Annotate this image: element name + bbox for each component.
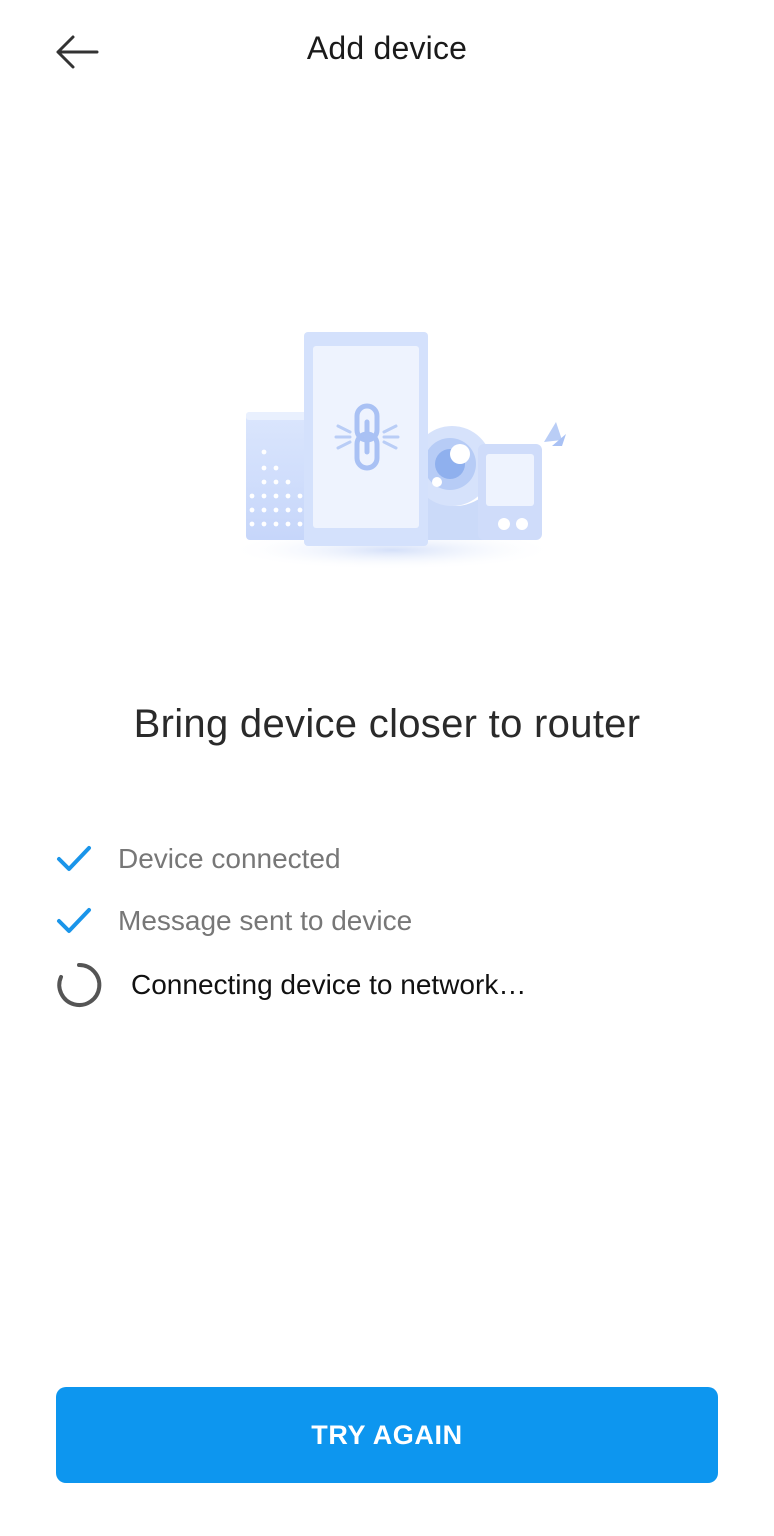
step-label: Message sent to device [118, 905, 413, 936]
spinner-icon [54, 960, 104, 1010]
step-label: Device connected [118, 843, 341, 874]
devices-illustration [224, 318, 568, 582]
check-icon [54, 901, 94, 941]
step-connecting-network: Connecting device to network… [54, 952, 734, 1018]
phone-link-icon [304, 332, 428, 546]
app-header: Add device [0, 0, 774, 104]
try-again-button[interactable]: TRY AGAIN [56, 1387, 718, 1483]
step-label: Connecting device to network… [131, 969, 527, 1000]
page-title: Add device [306, 30, 468, 66]
speaker-icon [246, 412, 312, 540]
instruction-headline: Bring device closer to router [133, 702, 641, 746]
step-message-sent: Message sent to device [54, 890, 734, 952]
display-icon [478, 422, 566, 540]
progress-steps: Device connected Message sent to device … [54, 828, 734, 1018]
step-device-connected: Device connected [54, 828, 734, 890]
check-icon [54, 839, 94, 879]
try-again-label: TRY AGAIN [311, 1419, 463, 1450]
